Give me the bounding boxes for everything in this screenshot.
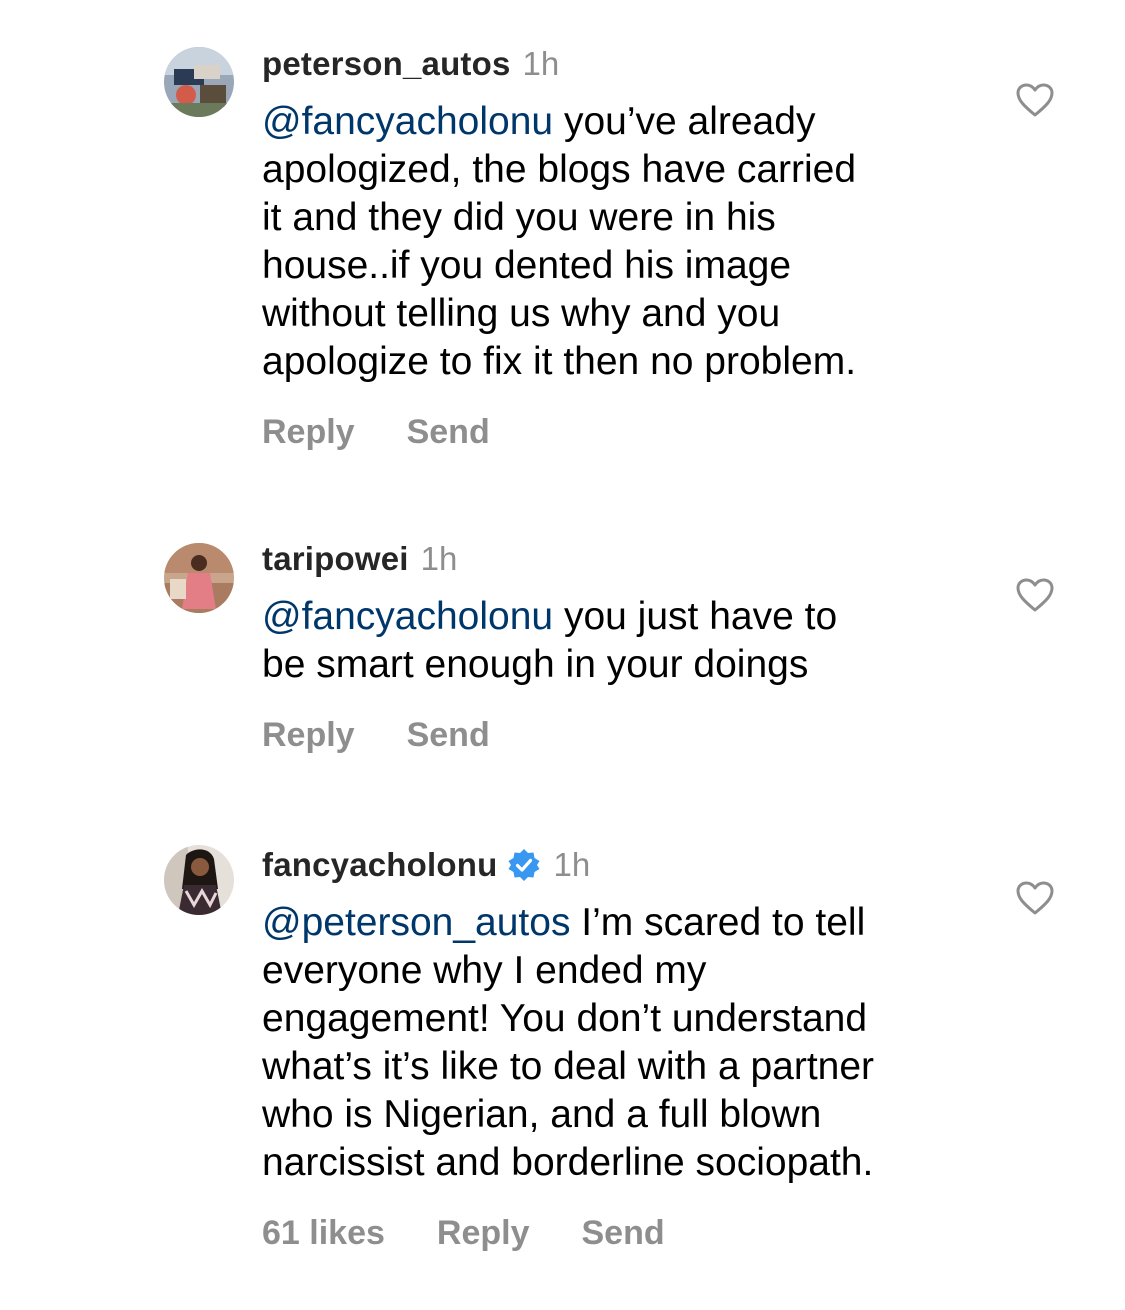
mention-link[interactable]: @peterson_autos	[262, 901, 570, 944]
comment-line: I’m scared to tell	[570, 901, 866, 944]
timestamp: 1h	[553, 846, 591, 883]
comment-line: engagement! You don’t understand	[262, 997, 868, 1040]
avatar-photo-icon	[164, 845, 234, 915]
username[interactable]: fancyacholonu	[262, 846, 497, 884]
like-button[interactable]	[1015, 880, 1055, 916]
reply-button[interactable]: Reply	[437, 1214, 530, 1253]
comment-text: @peterson_autos I’m scared to tell every…	[262, 899, 992, 1187]
comment-line: everyone why I ended my	[262, 949, 707, 992]
comment-line: what’s it’s like to deal with a partner	[262, 1045, 875, 1088]
verified-badge-icon	[507, 848, 541, 882]
comment-header: fancyacholonu 1h	[262, 845, 590, 885]
likes-count[interactable]: 61 likes	[262, 1214, 385, 1253]
comment-line: who is Nigerian, and a full blown	[262, 1093, 822, 1136]
avatar[interactable]	[164, 845, 234, 915]
heart-outline-icon	[1016, 881, 1054, 915]
comment-line: narcissist and borderline sociopath.	[262, 1141, 874, 1184]
comment-actions: 61 likes Reply Send	[262, 1211, 717, 1255]
send-button[interactable]: Send	[581, 1214, 664, 1253]
comment-item: fancyacholonu 1h @peterson_autos I’m sca…	[0, 0, 1125, 1300]
